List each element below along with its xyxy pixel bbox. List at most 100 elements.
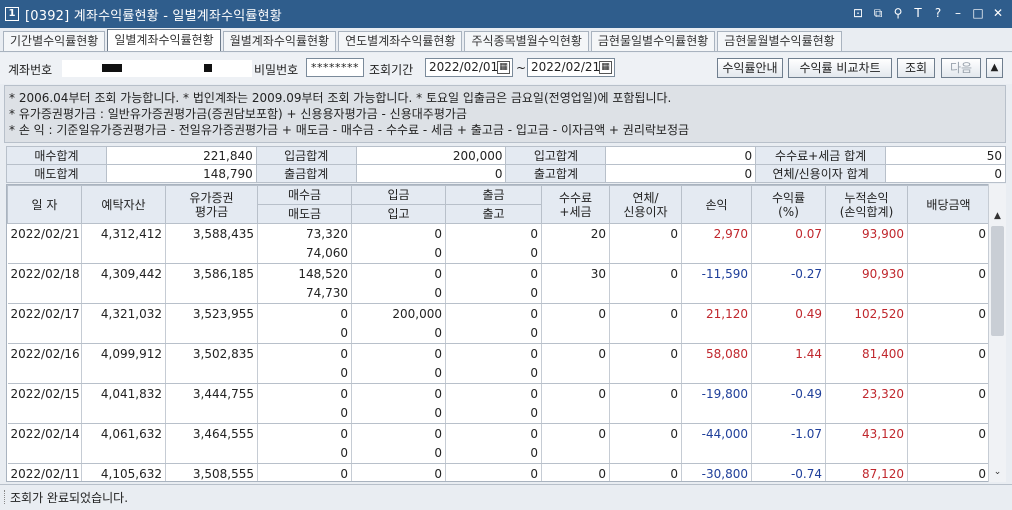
- cell-empty: [907, 443, 990, 464]
- table-row[interactable]: 2022/02/15 4,041,832 3,444,755 0 0 0 0 0 -19,800…: [7, 383, 990, 404]
- cell-stock-in: 0: [351, 283, 446, 304]
- cell-empty: [541, 443, 610, 464]
- font-icon[interactable]: T: [910, 5, 926, 21]
- minimize-icon[interactable]: –: [950, 5, 966, 21]
- cell-interest: 0: [609, 263, 682, 284]
- cell-fee-tax: 0: [541, 343, 610, 364]
- cell-buy: 0: [257, 463, 352, 481]
- restore-window-icon[interactable]: ⊡: [850, 5, 866, 21]
- maximize-icon[interactable]: □: [970, 5, 986, 21]
- cell-empty: [165, 403, 258, 424]
- table-row[interactable]: 2022/02/17 4,321,032 3,523,955 0 200,000 0 0 0 2…: [7, 303, 990, 324]
- cell-securities-eval: 3,464,555: [165, 423, 258, 444]
- col-pnl[interactable]: 손익: [681, 185, 752, 224]
- col-stock-out[interactable]: 출고: [445, 204, 542, 224]
- cell-empty: [751, 283, 826, 304]
- cell-fee-tax: 20: [541, 223, 610, 244]
- cell-buy: 0: [257, 423, 352, 444]
- tab-1[interactable]: 기간별수익률현황: [3, 31, 106, 51]
- summary-label: 매도합계: [6, 164, 107, 183]
- cell-securities-eval: 3,444,755: [165, 383, 258, 404]
- table-row-sub[interactable]: 74,730 0 0: [7, 283, 990, 304]
- table-row[interactable]: 2022/02/21 4,312,412 3,588,435 73,320 0 0 20 0 2…: [7, 223, 990, 244]
- scroll-up-icon[interactable]: ▲: [989, 208, 1006, 224]
- cell-date: 2022/02/17: [7, 303, 82, 324]
- col-interest[interactable]: 연체/신용이자: [609, 185, 682, 224]
- next-button[interactable]: 다음: [941, 58, 981, 78]
- cell-empty: [609, 323, 682, 344]
- daily-return-grid[interactable]: 일 자 예탁자산 유가증권 평가금 매수금 입금 출금 수수료 +세금 연체/신용이…: [6, 184, 1006, 482]
- scroll-down-icon[interactable]: ⌄: [989, 464, 1006, 480]
- col-dividend[interactable]: 배당금액: [907, 185, 990, 224]
- summary-value: 50: [885, 146, 1006, 165]
- account-number-masked[interactable]: [62, 60, 252, 77]
- date-from-input[interactable]: 2022/02/01 ▦: [425, 58, 513, 77]
- table-row-sub[interactable]: 000: [7, 443, 990, 464]
- cell-deposit-assets: 4,061,632: [81, 423, 166, 444]
- col-buy[interactable]: 매수금: [257, 185, 352, 205]
- tab-4[interactable]: 연도별계좌수익률현황: [338, 31, 463, 51]
- tab-2[interactable]: 일별계좌수익률현황: [107, 29, 221, 51]
- date-to-input[interactable]: 2022/02/21 ▦: [527, 58, 615, 77]
- cell-deposit-in: 0: [351, 463, 446, 481]
- cell-withdraw: 0: [445, 423, 542, 444]
- col-sell[interactable]: 매도금: [257, 204, 352, 224]
- cell-empty: [81, 323, 166, 344]
- cell-securities-eval: 3,588,435: [165, 223, 258, 244]
- col-return-rate[interactable]: 수익률 (%): [751, 185, 826, 224]
- collapse-button[interactable]: ▲: [986, 58, 1003, 78]
- cell-empty: [751, 243, 826, 264]
- table-row-sub[interactable]: 74,060 0 0: [7, 243, 990, 264]
- scroll-thumb[interactable]: [991, 226, 1004, 336]
- help-icon[interactable]: ?: [930, 5, 946, 21]
- close-icon[interactable]: ✕: [990, 5, 1006, 21]
- cell-deposit-in: 200,000: [351, 303, 446, 324]
- summary-value: 200,000: [355, 146, 507, 165]
- summary-label: 출고합계: [505, 164, 607, 183]
- table-row[interactable]: 2022/02/16 4,099,912 3,502,835 0 0 0 0 0 58,080 1…: [7, 343, 990, 364]
- col-stock-in[interactable]: 입고: [351, 204, 446, 224]
- cell-dividend: 0: [907, 343, 990, 364]
- table-row[interactable]: 2022/02/14 4,061,632 3,464,555 0 0 0 0 0 -44,000…: [7, 423, 990, 444]
- cell-deposit-in: 0: [351, 423, 446, 444]
- col-fee-tax[interactable]: 수수료 +세금: [541, 185, 610, 224]
- table-row-sub[interactable]: 000: [7, 323, 990, 344]
- cell-fee-tax: 0: [541, 303, 610, 324]
- password-label: 비밀번호: [254, 63, 299, 77]
- title-bar: 1 [0392] 계좌수익률현황 - 일별계좌수익률현황 ⊡ ⧉ ⚲ T? – □ ✕: [0, 0, 1012, 28]
- table-row-sub[interactable]: 000: [7, 403, 990, 424]
- col-withdraw[interactable]: 출금: [445, 185, 542, 205]
- cell-empty: [7, 283, 82, 304]
- cell-empty: [7, 323, 82, 344]
- tab-3[interactable]: 월별계좌수익률현황: [222, 31, 337, 51]
- return-guide-button[interactable]: 수익률안내: [717, 58, 783, 78]
- pin-icon[interactable]: ⚲: [890, 5, 906, 21]
- calendar-icon[interactable]: ▦: [497, 61, 510, 74]
- cell-pnl: 58,080: [681, 343, 752, 364]
- col-cumulative-pnl[interactable]: 누적손익 (손익합계): [825, 185, 908, 224]
- tab-6[interactable]: 금현물일별수익률현황: [590, 31, 716, 51]
- window-title: [0392] 계좌수익률현황 - 일별계좌수익률현황: [25, 8, 282, 24]
- cell-stock-in: 0: [351, 323, 446, 344]
- cell-stock-in: 0: [351, 443, 446, 464]
- col-deposit-in[interactable]: 입금: [351, 185, 446, 205]
- password-input[interactable]: ********: [306, 58, 364, 77]
- cell-withdraw: 0: [445, 303, 542, 324]
- summary-label: 매수합계: [6, 146, 107, 165]
- tab-5[interactable]: 주식종목별월수익현황: [464, 31, 589, 51]
- col-deposit-assets[interactable]: 예탁자산: [81, 185, 166, 224]
- compare-chart-button[interactable]: 수익률 비교차트: [788, 58, 892, 78]
- table-row[interactable]: 2022/02/18 4,309,442 3,586,185 148,520 0 0 30 0…: [7, 263, 990, 284]
- tab-7[interactable]: 금현물월별수익률현황: [717, 31, 842, 51]
- query-button[interactable]: 조회: [897, 58, 935, 78]
- calendar-icon[interactable]: ▦: [599, 61, 612, 74]
- table-row[interactable]: 2022/02/11 4,105,632 3,508,555 0 0 0 0 0 -30,800…: [7, 463, 990, 481]
- cell-return-rate: 1.44: [751, 343, 826, 364]
- col-securities-eval[interactable]: 유가증권 평가금: [165, 185, 258, 224]
- col-date[interactable]: 일 자: [7, 185, 82, 224]
- table-row-sub[interactable]: 000: [7, 363, 990, 384]
- copy-icon[interactable]: ⧉: [870, 5, 886, 21]
- cell-empty: [751, 323, 826, 344]
- status-bar: 조회가 완료되었습니다.: [0, 484, 1012, 510]
- vertical-scrollbar[interactable]: ▲ ⌄: [988, 184, 1006, 482]
